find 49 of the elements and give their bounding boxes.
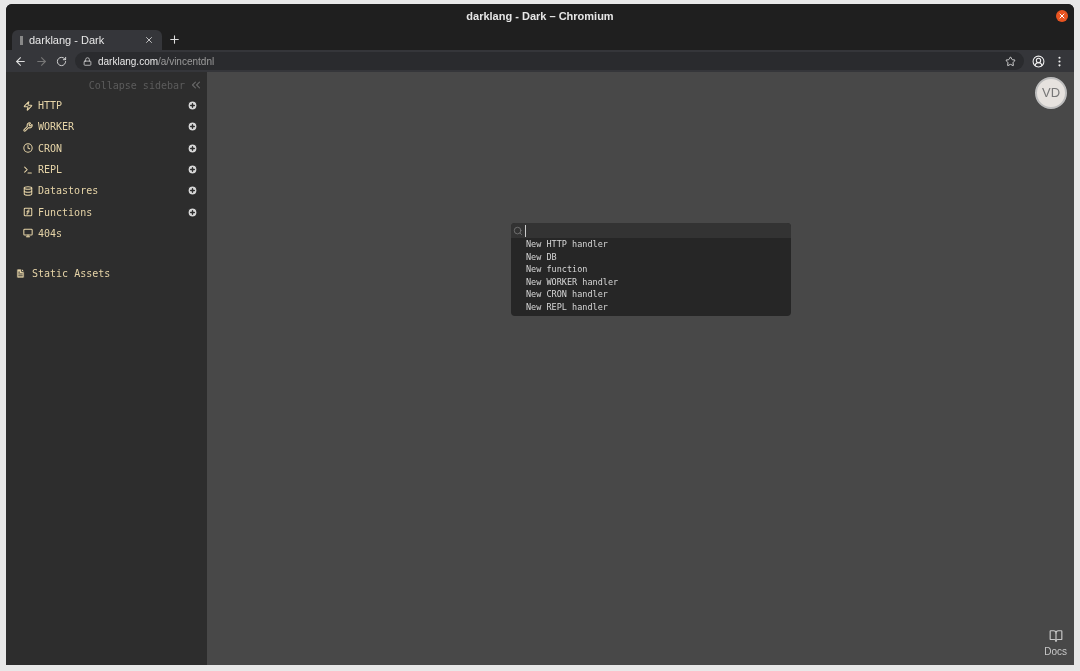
sidebar-item[interactable]: Functions <box>38 204 187 220</box>
tab-title: darklang - Dark <box>29 32 106 48</box>
sidebar-item[interactable]: CRON <box>38 140 187 156</box>
sidebar-item[interactable]: 404s <box>38 225 198 241</box>
terminal-icon <box>23 164 33 175</box>
add-icon[interactable] <box>187 185 198 197</box>
clock-icon <box>23 143 33 154</box>
close-tab-icon[interactable] <box>144 35 154 45</box>
monitor-icon <box>23 228 33 239</box>
url-path: /a/vincentdnl <box>158 54 215 69</box>
avatar[interactable]: VD <box>1035 77 1067 109</box>
browser-tab[interactable]: darklang - Dark <box>12 30 162 50</box>
omnibox-option[interactable]: New HTTP handler <box>511 238 791 251</box>
sidebar-item[interactable]: WORKER <box>38 119 187 135</box>
add-icon[interactable] <box>187 100 198 112</box>
bolt-icon <box>23 100 33 111</box>
text-cursor <box>525 224 526 237</box>
new-tab-icon[interactable] <box>168 33 181 46</box>
add-icon[interactable] <box>187 121 198 133</box>
wrench-icon <box>23 121 33 132</box>
omnibox-option[interactable]: New WORKER handler <box>511 275 791 289</box>
static-assets-link[interactable]: Static Assets <box>32 266 111 282</box>
book-icon[interactable] <box>1048 629 1063 643</box>
back-icon[interactable] <box>14 54 27 68</box>
docs-link[interactable]: Docs <box>1044 644 1067 659</box>
omnibox-input[interactable] <box>511 223 791 238</box>
url-host: darklang.com <box>98 54 159 69</box>
add-icon[interactable] <box>187 142 198 154</box>
add-icon[interactable] <box>187 164 198 176</box>
omnibox-option[interactable]: New REPL handler <box>511 300 791 314</box>
reload-icon[interactable] <box>56 55 67 67</box>
add-icon[interactable] <box>187 206 198 218</box>
bookmark-star-icon[interactable] <box>1005 55 1016 67</box>
search-icon <box>513 225 523 236</box>
lock-icon <box>83 56 92 66</box>
sidebar-item[interactable]: HTTP <box>38 98 187 114</box>
profile-icon[interactable] <box>1032 54 1045 68</box>
window-title: darklang - Dark – Chromium <box>466 8 614 24</box>
forward-icon[interactable] <box>35 54 48 68</box>
tab-favicon-icon <box>20 35 23 45</box>
sidebar-item[interactable]: REPL <box>38 162 187 178</box>
address-field[interactable]: darklang.com/a/vincentdnl <box>75 52 1024 70</box>
omnibox-option[interactable]: New function <box>511 263 791 276</box>
sidebar-item[interactable]: Datastores <box>38 183 187 199</box>
omnibox-option[interactable]: New DB <box>511 250 791 264</box>
function-icon <box>23 207 33 218</box>
database-icon <box>23 185 33 196</box>
file-icon <box>15 268 26 280</box>
omnibox-option[interactable]: New CRON handler <box>511 288 791 301</box>
